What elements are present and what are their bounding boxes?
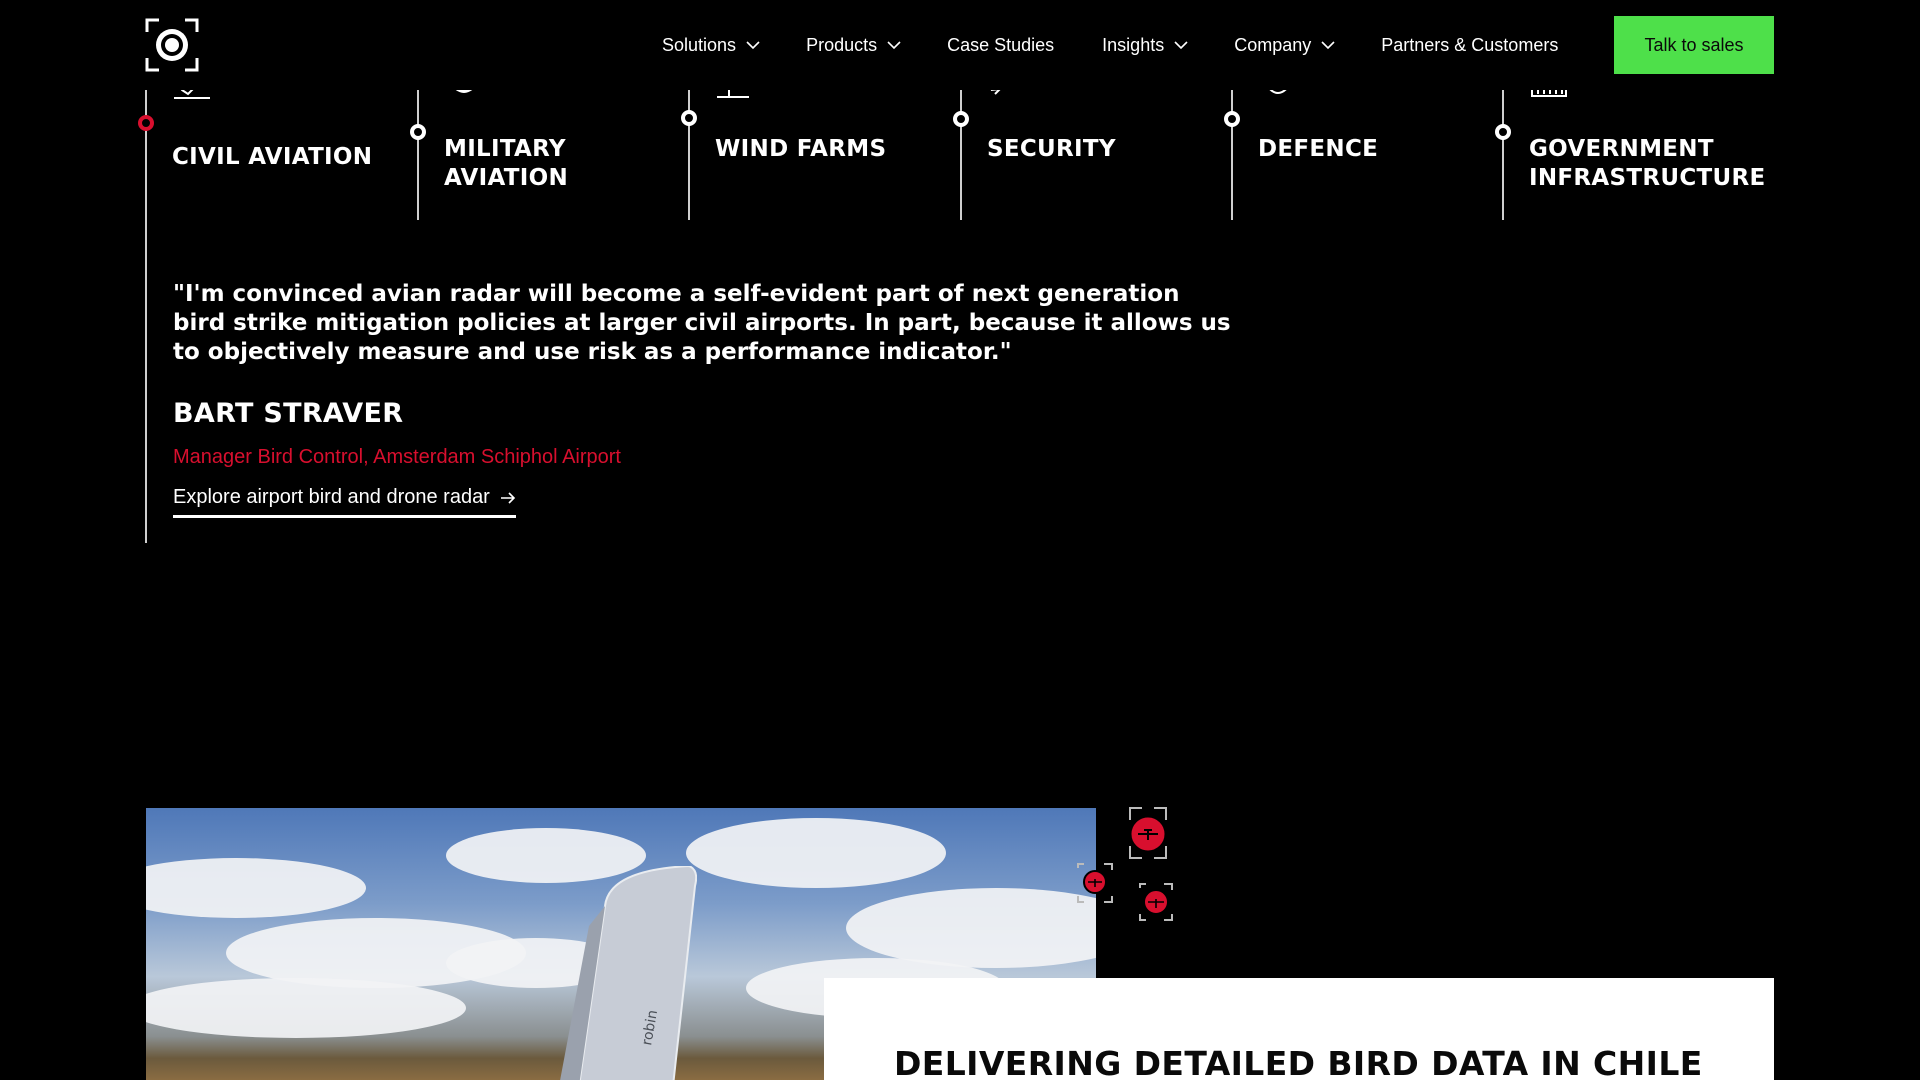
chevron-down-icon	[887, 41, 901, 50]
radar-unit-image: robin	[560, 866, 697, 1080]
chevron-down-icon	[1174, 41, 1188, 50]
robin-logo-icon[interactable]	[145, 18, 199, 72]
tab-label: SECURITY	[987, 136, 1116, 162]
tab-divider	[417, 88, 419, 220]
tab-divider	[688, 88, 690, 220]
site-header: Solutions Products Case Studies Insights…	[0, 0, 1920, 90]
tab-indicator-dot	[138, 115, 154, 131]
tab-label: WIND FARMS	[715, 136, 887, 162]
tab-indicator-dot	[1495, 124, 1511, 140]
case-study-card[interactable]: DELIVERING DETAILED BIRD DATA IN CHILE	[824, 978, 1774, 1080]
arrow-right-icon	[500, 491, 515, 504]
nav-partners-customers-label: Partners & Customers	[1381, 34, 1559, 55]
tab-label: DEFENCE	[1258, 136, 1379, 162]
tab-indicator-dot	[681, 110, 697, 126]
testimonial-role: Manager Bird Control, Amsterdam Schiphol…	[173, 446, 621, 468]
talk-to-sales-button[interactable]: Talk to sales	[1614, 16, 1774, 74]
nav-case-studies[interactable]: Case Studies	[947, 35, 1054, 56]
main-nav: Solutions Products Case Studies Insights…	[662, 0, 1558, 90]
nav-partners-customers[interactable]: Partners & Customers	[1381, 35, 1558, 56]
tab-divider	[145, 88, 147, 220]
nav-case-studies-label: Case Studies	[947, 34, 1055, 55]
tab-indicator-dot	[410, 124, 426, 140]
tab-divider	[1231, 88, 1233, 220]
timeline-line	[145, 220, 147, 543]
tab-military-aviation[interactable]: MILITARY AVIATION	[410, 76, 688, 220]
nav-solutions-label: Solutions	[662, 34, 737, 55]
nav-company[interactable]: Company	[1234, 35, 1335, 56]
case-study-title: DELIVERING DETAILED BIRD DATA IN CHILE	[894, 1044, 1703, 1080]
testimonial-name: BART STRAVER	[173, 398, 404, 429]
tab-wind-farms[interactable]: WIND FARMS	[681, 74, 959, 220]
tab-divider	[960, 88, 962, 220]
nav-company-label: Company	[1234, 34, 1312, 55]
tab-label: CIVIL AVIATION	[172, 144, 373, 170]
tab-label: MILITARY AVIATION	[444, 136, 569, 191]
tab-indicator-dot	[1224, 111, 1240, 127]
tab-label: GOVERNMENT INFRASTRUCTURE	[1529, 136, 1766, 191]
tab-government-infrastructure[interactable]: GOVERNMENT INFRASTRUCTURE	[1495, 77, 1773, 220]
nav-insights[interactable]: Insights	[1102, 35, 1188, 56]
nav-solutions[interactable]: Solutions	[662, 35, 760, 56]
chevron-down-icon	[746, 41, 760, 50]
tab-security[interactable]: SECURITY	[953, 76, 1231, 220]
nav-products[interactable]: Products	[806, 35, 901, 56]
tab-divider	[1502, 88, 1504, 220]
chevron-down-icon	[1321, 41, 1335, 50]
nav-products-label: Products	[806, 34, 878, 55]
testimonial-quote: "I'm convinced avian radar will become a…	[173, 281, 1231, 365]
explore-radar-link[interactable]: Explore airport bird and drone radar	[173, 486, 516, 518]
drone-markers-icon	[1077, 807, 1173, 921]
tab-indicator-dot	[953, 111, 969, 127]
nav-insights-label: Insights	[1102, 34, 1165, 55]
tab-civil-aviation[interactable]: CIVIL AVIATION	[138, 76, 416, 220]
explore-radar-link-label: Explore airport bird and drone radar	[173, 486, 490, 508]
sector-tabs: CIVIL AVIATION MILITARY AVIATION WIND FA…	[138, 74, 1774, 220]
tab-defence[interactable]: DEFENCE	[1224, 77, 1502, 220]
